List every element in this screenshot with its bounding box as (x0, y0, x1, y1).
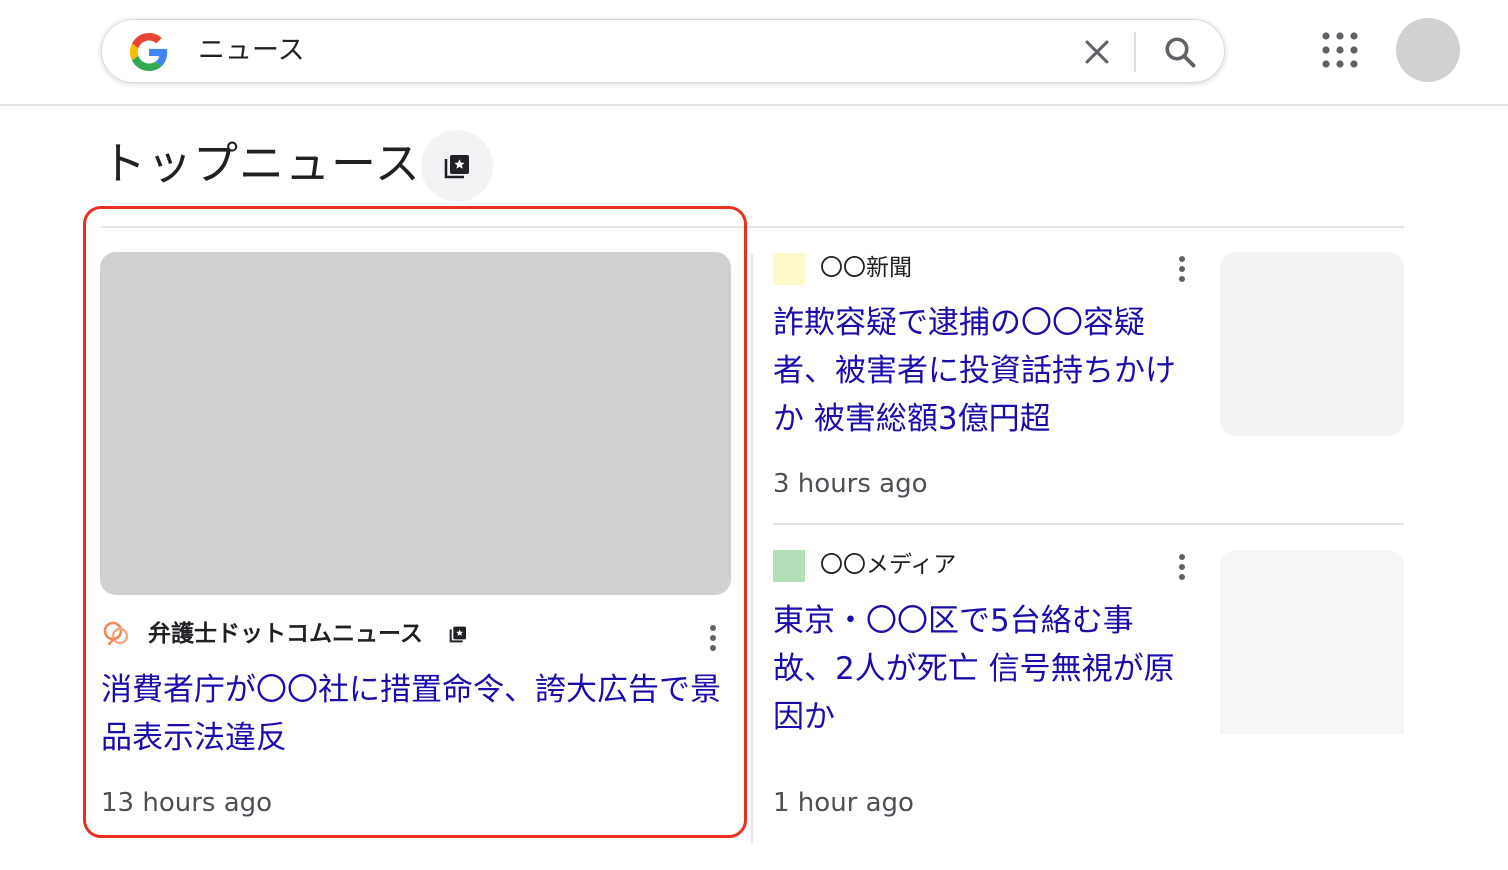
divider (773, 523, 1404, 525)
featured-thumbnail[interactable] (100, 252, 731, 595)
story-timestamp: 3 hours ago (773, 469, 928, 499)
featured-source-name[interactable]: 弁護士ドットコムニュース (148, 619, 423, 649)
header: ニュース (0, 0, 1508, 106)
more-vert-icon[interactable] (703, 622, 723, 656)
more-vert-icon[interactable] (1172, 253, 1192, 287)
collection-star-icon (449, 626, 466, 643)
story-thumbnail[interactable] (1220, 550, 1404, 734)
featured-headline-link[interactable]: 消費者庁が〇〇社に措置命令、誇大広告で景品表示法違反 (101, 666, 731, 762)
featured-timestamp: 13 hours ago (101, 788, 273, 818)
account-avatar[interactable] (1396, 18, 1460, 82)
close-icon[interactable] (1080, 35, 1114, 69)
page-title: トップニュース (101, 137, 421, 190)
collection-button[interactable] (421, 130, 493, 202)
story-source-logo (773, 253, 805, 285)
apps-grid-icon[interactable] (1321, 31, 1359, 69)
column-divider (751, 254, 753, 844)
source-logo-icon (103, 621, 129, 646)
google-g-icon (130, 33, 168, 71)
story-source-name[interactable]: 〇〇メディア (820, 550, 956, 580)
story-headline-link[interactable]: 詐欺容疑で逮捕の〇〇容疑者、被害者に投資話持ちかけか 被害総額3億円超 (773, 299, 1193, 443)
story-thumbnail[interactable] (1220, 252, 1404, 436)
collection-star-icon (444, 155, 469, 179)
more-vert-icon[interactable] (1172, 551, 1192, 585)
search-divider (1134, 32, 1136, 72)
story-source-logo (773, 550, 805, 582)
search-input[interactable]: ニュース (198, 35, 305, 67)
story-headline-link[interactable]: 東京・〇〇区で5台絡む事故、2人が死亡 信号無視が原因か (773, 597, 1193, 741)
story-timestamp: 1 hour ago (773, 788, 914, 818)
search-box[interactable]: ニュース (101, 19, 1225, 83)
search-icon[interactable] (1162, 34, 1198, 70)
story-source-name[interactable]: 〇〇新聞 (820, 253, 912, 283)
